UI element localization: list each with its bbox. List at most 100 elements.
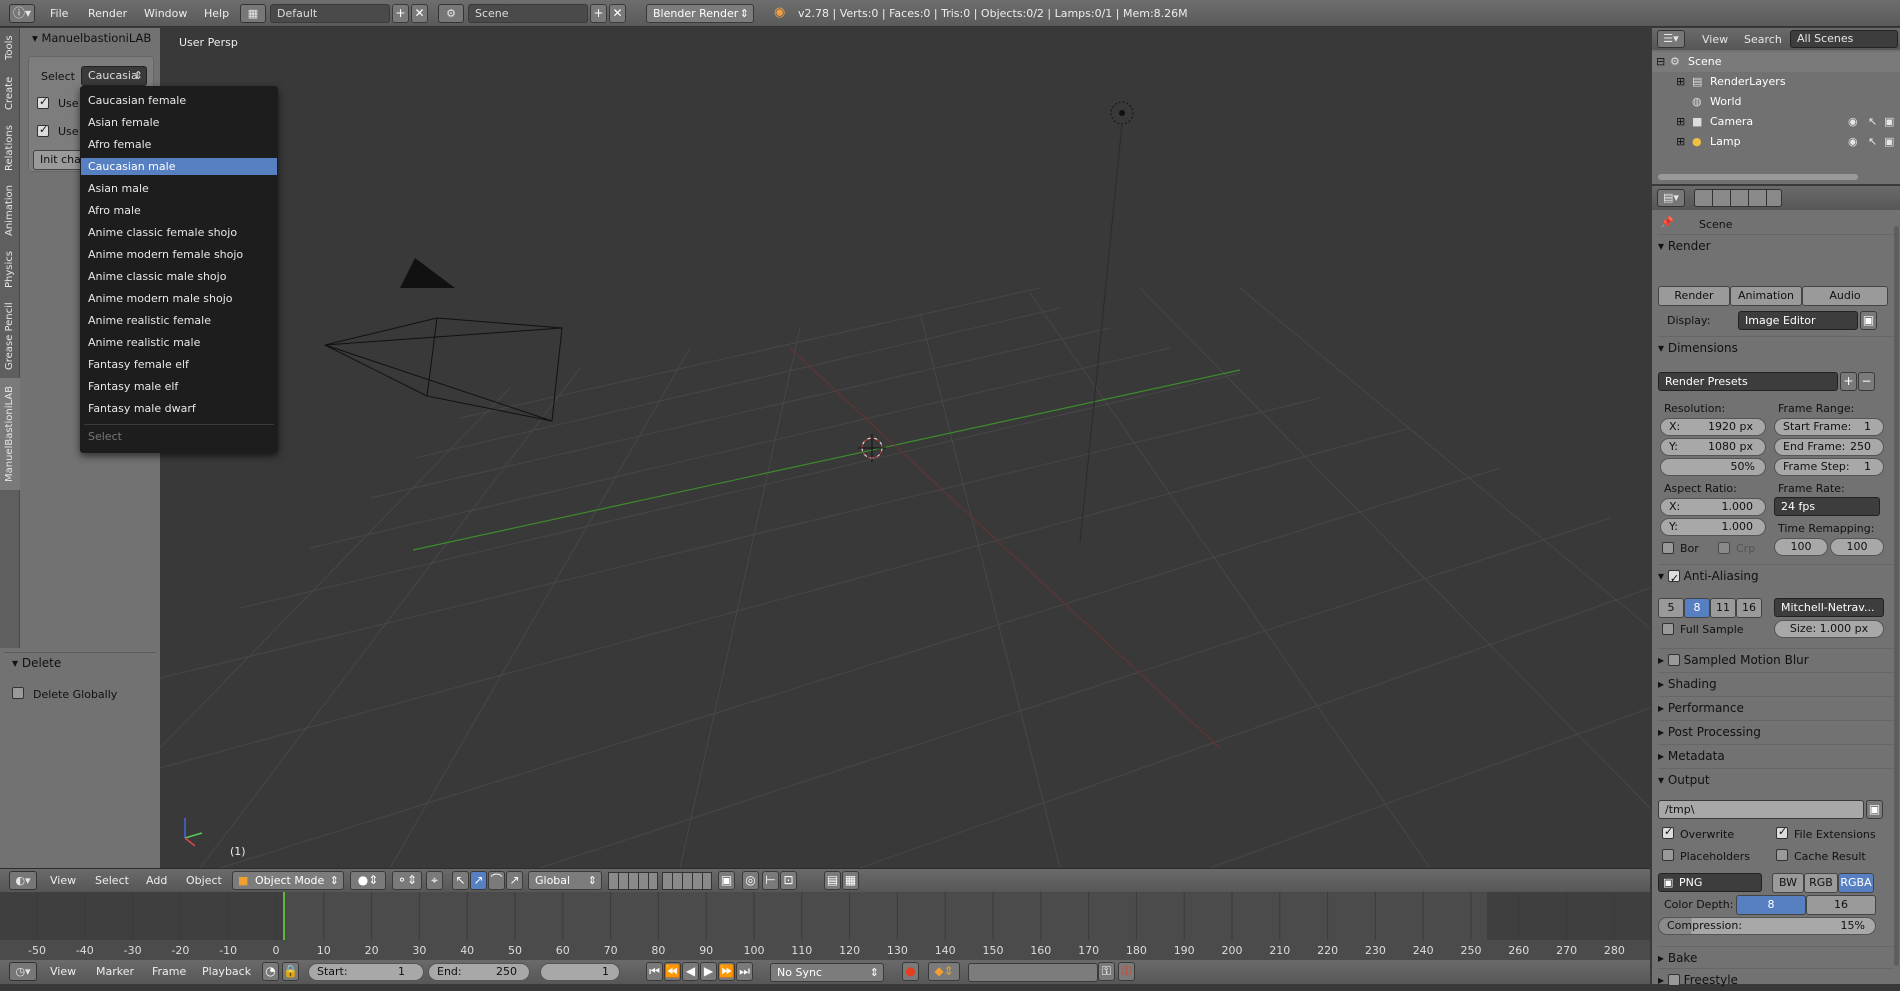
section-performance[interactable]: ▸ Performance (1658, 696, 1894, 718)
keying-set-field[interactable] (968, 963, 1098, 982)
aa-filter-select[interactable]: Mitchell-Netrav... (1774, 598, 1884, 617)
remove-scene-button[interactable]: ✕ (609, 4, 626, 23)
display-lock-icon[interactable]: ▣ (1860, 311, 1877, 330)
outliner-scrollbar[interactable] (1658, 174, 1858, 180)
file-format-select[interactable]: ▣ PNG (1658, 873, 1762, 892)
section-sampled-motion-blur[interactable]: ▸ Sampled Motion Blur (1658, 648, 1894, 670)
depth-8-button[interactable]: 8 (1736, 895, 1806, 915)
remap-old-field[interactable]: 100 (1774, 538, 1828, 556)
section-dimensions[interactable]: ▾ Dimensions (1658, 336, 1894, 358)
aa-samples-5[interactable]: 5 (1658, 598, 1684, 618)
layout-field[interactable]: Default (270, 4, 390, 23)
layer-lock-icon[interactable]: ▣ (718, 871, 735, 890)
overwrite-checkbox[interactable] (1662, 825, 1674, 839)
menu-window[interactable]: Window (136, 0, 195, 27)
aspect-x-field[interactable]: X: 1.000 (1660, 498, 1766, 516)
layers-grid-1[interactable] (608, 872, 658, 890)
dropdown-option[interactable]: Anime realistic female (81, 312, 277, 329)
transform-manipulator[interactable]: ↗ (506, 871, 523, 890)
translate-manipulator[interactable]: ↖ (452, 871, 469, 890)
border-checkbox[interactable] (1662, 542, 1674, 554)
lock-range-icon[interactable]: 🔒 (282, 962, 299, 981)
layers-grid-2[interactable] (662, 872, 712, 890)
eye-icon[interactable]: ◉ (1848, 112, 1858, 132)
cache-result-checkbox[interactable] (1776, 849, 1788, 861)
tab-relations[interactable]: Relations (0, 120, 20, 176)
output-path-field[interactable]: /tmp\ (1658, 800, 1864, 819)
filter-size-field[interactable]: Size: 1.000 px (1774, 620, 1884, 638)
init-character-button[interactable]: Init cha (33, 150, 83, 170)
placeholders-checkbox[interactable] (1662, 849, 1674, 861)
render-engine-select[interactable]: Blender Render ⇕ (646, 4, 754, 23)
camera-object[interactable] (324, 317, 563, 422)
proportional-edit-icon[interactable]: ◎ (742, 871, 759, 890)
menu-add[interactable]: Add (138, 869, 175, 893)
cursor-icon[interactable]: ↖ (1868, 112, 1877, 132)
use-checkbox-1[interactable] (37, 95, 49, 109)
mode-select[interactable]: ■ Object Mode ⇕ (232, 871, 344, 890)
render-animation-icon[interactable]: ▦ (842, 871, 859, 890)
depth-16-button[interactable]: 16 (1806, 895, 1876, 915)
delete-globally-checkbox[interactable] (12, 687, 24, 699)
aspect-y-field[interactable]: Y: 1.000 (1660, 518, 1766, 536)
freestyle-checkbox[interactable] (1667, 974, 1680, 986)
menu-render[interactable]: Render (80, 0, 135, 27)
timeline-area[interactable]: -50 -40 -30 -20 -10 0 10 20 30 40 50 60 70 80 90 100 110… (0, 892, 1650, 960)
res-percent-slider[interactable]: 50% (1660, 458, 1766, 476)
dropdown-option[interactable]: Anime modern female shojo (81, 246, 277, 263)
next-keyframe-icon[interactable]: ⏩ (718, 962, 735, 981)
folder-icon[interactable]: ▣ (1866, 800, 1883, 819)
timeline-editor-icon[interactable]: ◷▾ (9, 962, 37, 981)
pin-icon[interactable]: 📌 (1660, 216, 1674, 229)
add-scene-button[interactable]: + (590, 4, 607, 23)
tab-tools[interactable]: Tools (0, 30, 20, 66)
tab-animation[interactable]: Animation (0, 180, 20, 242)
outliner-menu-view[interactable]: View (1702, 33, 1728, 46)
shading-select[interactable]: ●⇕ (350, 871, 386, 890)
outliner-row-lamp[interactable]: ⊞ ● Lamp ◉ ↖ ▣ (1652, 132, 1900, 152)
section-freestyle[interactable]: ▸ Freestyle (1658, 968, 1894, 990)
aa-samples-8[interactable]: 8 (1684, 598, 1710, 618)
render-button[interactable]: Render (1658, 286, 1730, 306)
display-select[interactable]: Image Editor (1738, 311, 1858, 330)
delete-key-icon[interactable]: ⚿ (1118, 962, 1135, 981)
anti-aliasing-checkbox[interactable] (1667, 568, 1680, 590)
frame-rate-select[interactable]: 24 fps (1774, 497, 1880, 516)
full-sample-checkbox[interactable] (1662, 623, 1674, 635)
character-select[interactable]: Caucasia ⇕ (81, 66, 147, 86)
outliner-row-scene[interactable]: ⊟ ⚙ Scene (1652, 52, 1900, 72)
menu-playback[interactable]: Playback (194, 960, 259, 984)
editor-type-icon[interactable]: ◐▾ (9, 871, 37, 890)
dropdown-option[interactable]: Caucasian female (81, 92, 277, 109)
dropdown-option[interactable]: Anime realistic male (81, 334, 277, 351)
section-post-processing[interactable]: ▸ Post Processing (1658, 720, 1894, 742)
render-presets-select[interactable]: Render Presets (1658, 372, 1838, 391)
tab-create[interactable]: Create (0, 70, 20, 116)
remove-layout-button[interactable]: ✕ (411, 4, 428, 23)
outliner-row-camera[interactable]: ⊞ ■ Camera ◉ ↖ ▣ (1652, 112, 1900, 132)
context-tabs[interactable] (1694, 189, 1782, 207)
menu-frame[interactable]: Frame (144, 960, 194, 984)
outliner-menu-search[interactable]: Search (1744, 33, 1782, 46)
snap-icon[interactable]: ⊢ (762, 871, 779, 890)
smb-checkbox[interactable] (1667, 654, 1680, 666)
jump-start-icon[interactable]: ⏮ (646, 962, 663, 981)
info-icon[interactable]: ⓘ▾ (9, 4, 35, 23)
section-metadata[interactable]: ▸ Metadata (1658, 744, 1894, 766)
snap-target-icon[interactable]: ⊡ (780, 871, 797, 890)
tab-physics[interactable]: Physics (0, 246, 20, 294)
end-frame-prop[interactable]: End Frame: 250 (1774, 438, 1884, 456)
insert-key-icon[interactable]: ⚿ (1098, 962, 1115, 981)
menu-marker[interactable]: Marker (88, 960, 142, 984)
frame-step-prop[interactable]: Frame Step: 1 (1774, 458, 1884, 476)
pivot-select[interactable]: ⚬⇕ (392, 871, 422, 890)
layout-icon[interactable]: ▦ (240, 4, 266, 23)
remove-preset-button[interactable]: − (1858, 372, 1875, 391)
rgba-button[interactable]: RGBA (1838, 873, 1874, 893)
tab-grease-pencil[interactable]: Grease Pencil (0, 298, 20, 374)
menu-select[interactable]: Select (87, 869, 137, 893)
section-bake[interactable]: ▸ Bake (1658, 946, 1894, 968)
render-icon[interactable]: ▣ (1884, 132, 1894, 152)
dropdown-option-selected[interactable]: Caucasian male (81, 158, 277, 175)
res-y-field[interactable]: Y: 1080 px (1660, 438, 1766, 456)
